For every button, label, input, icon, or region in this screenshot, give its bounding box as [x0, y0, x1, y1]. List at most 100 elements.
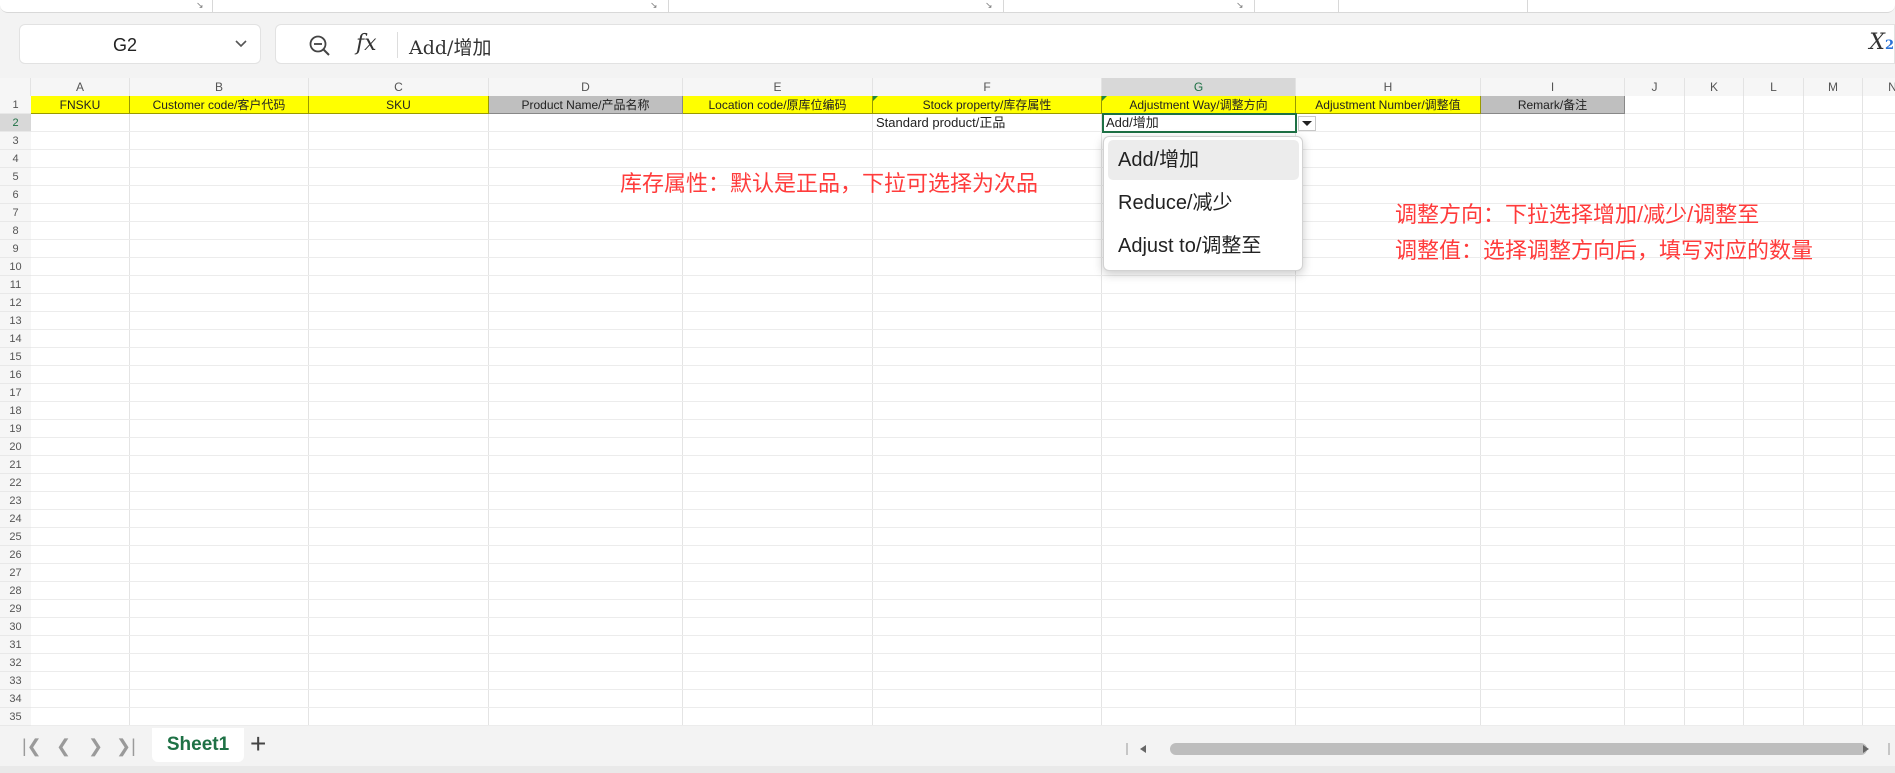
row-header-18[interactable]: 18 — [0, 402, 31, 420]
row-header-9[interactable]: 9 — [0, 240, 31, 258]
row-header-28[interactable]: 28 — [0, 582, 31, 600]
row-header-7[interactable]: 7 — [0, 204, 31, 222]
next-sheet-icon[interactable]: ❯ — [88, 736, 103, 757]
row-header-3[interactable]: 3 — [0, 132, 31, 150]
row-header-1[interactable]: 1 — [0, 96, 31, 114]
column-header-i[interactable]: I — [1481, 78, 1625, 96]
row-header-25[interactable]: 25 — [0, 528, 31, 546]
row-header-32[interactable]: 32 — [0, 654, 31, 672]
header-cell-b[interactable]: Customer code/客户代码 — [130, 96, 309, 114]
row-header-20[interactable]: 20 — [0, 438, 31, 456]
row-header-30[interactable]: 30 — [0, 618, 31, 636]
row-header-22[interactable]: 22 — [0, 474, 31, 492]
header-cell-i[interactable]: Remark/备注 — [1481, 96, 1625, 114]
header-cell-a[interactable]: FNSKU — [31, 96, 130, 114]
active-cell-g2[interactable]: Add/增加 — [1102, 113, 1297, 133]
row-header-21[interactable]: 21 — [0, 456, 31, 474]
row-header-11[interactable]: 11 — [0, 276, 31, 294]
row-header-6[interactable]: 6 — [0, 186, 31, 204]
cell-f2[interactable]: Standard product/正品 — [876, 114, 1005, 132]
header-cell-d[interactable]: Product Name/产品名称 — [489, 96, 683, 114]
gridline-vertical — [1743, 96, 1744, 726]
column-header-m[interactable]: M — [1804, 78, 1863, 96]
header-cell-f[interactable]: Stock property/库存属性 — [873, 96, 1102, 114]
dropdown-option-add[interactable]: Add/增加 — [1108, 140, 1299, 180]
column-header-d[interactable]: D — [489, 78, 683, 96]
row-header-15[interactable]: 15 — [0, 348, 31, 366]
row-header-8[interactable]: 8 — [0, 222, 31, 240]
add-sheet-icon[interactable]: + — [250, 730, 266, 758]
ribbon-edge: ↘ ↘ ↘ ↘ — [0, 0, 1895, 14]
row-header-2[interactable]: 2 — [0, 114, 31, 132]
column-header-c[interactable]: C — [309, 78, 489, 96]
zoom-out-icon[interactable] — [308, 34, 332, 58]
column-header-e[interactable]: E — [683, 78, 873, 96]
column-header-n[interactable]: N — [1863, 78, 1895, 96]
formula-function-icon[interactable]: X2 — [1869, 30, 1894, 55]
row-header-26[interactable]: 26 — [0, 546, 31, 564]
chevron-down-icon[interactable] — [234, 39, 248, 49]
status-bar-edge — [0, 766, 1895, 773]
header-cell-e[interactable]: Location code/原库位编码 — [683, 96, 873, 114]
ribbon-bottom-band — [0, 0, 1895, 13]
row-header-31[interactable]: 31 — [0, 636, 31, 654]
column-header-a[interactable]: A — [31, 78, 130, 96]
dropdown-option-reduce[interactable]: Reduce/减少 — [1108, 183, 1299, 223]
row-header-14[interactable]: 14 — [0, 330, 31, 348]
row-header-23[interactable]: 23 — [0, 492, 31, 510]
horizontal-scrollbar[interactable] — [1120, 740, 1895, 758]
column-header-f[interactable]: F — [873, 78, 1102, 96]
select-all-corner[interactable] — [0, 78, 31, 96]
sheet-tab-sheet1[interactable]: Sheet1 — [152, 728, 244, 762]
column-header-b[interactable]: B — [130, 78, 309, 96]
column-header-h[interactable]: H — [1296, 78, 1481, 96]
gridline-horizontal — [31, 365, 1895, 366]
row-header-5[interactable]: 5 — [0, 168, 31, 186]
gridline-horizontal — [31, 689, 1895, 690]
row-header-4[interactable]: 4 — [0, 150, 31, 168]
column-header-l[interactable]: L — [1744, 78, 1804, 96]
gridline-horizontal — [31, 617, 1895, 618]
formula-divider — [397, 32, 398, 58]
row-header-29[interactable]: 29 — [0, 600, 31, 618]
column-header-g[interactable]: G — [1102, 78, 1296, 96]
prev-sheet-icon[interactable]: ❮ — [56, 736, 71, 757]
dropdown-triangle-icon — [1302, 121, 1312, 126]
active-cell-value: Add/增加 — [1106, 115, 1159, 130]
row-header-24[interactable]: 24 — [0, 510, 31, 528]
row-header-16[interactable]: 16 — [0, 366, 31, 384]
first-sheet-icon[interactable]: |❮ — [22, 736, 42, 757]
dialog-launcher-icon[interactable]: ↘ — [985, 0, 993, 11]
dialog-launcher-icon[interactable]: ↘ — [1236, 0, 1244, 11]
formula-content[interactable]: Add/增加 — [409, 33, 491, 60]
gridline-vertical — [488, 96, 489, 726]
header-cell-c[interactable]: SKU — [309, 96, 489, 114]
dialog-launcher-icon[interactable]: ↘ — [196, 0, 204, 11]
row-header-35[interactable]: 35 — [0, 708, 31, 726]
name-box[interactable]: G2 — [19, 24, 261, 64]
dialog-launcher-icon[interactable]: ↘ — [650, 0, 658, 11]
dropdown-option-adjust-to[interactable]: Adjust to/调整至 — [1108, 226, 1299, 266]
row-header-17[interactable]: 17 — [0, 384, 31, 402]
row-header-33[interactable]: 33 — [0, 672, 31, 690]
row-header-19[interactable]: 19 — [0, 420, 31, 438]
header-cell-h[interactable]: Adjustment Number/调整值 — [1296, 96, 1481, 114]
last-sheet-icon[interactable]: ❯| — [116, 736, 136, 757]
row-header-27[interactable]: 27 — [0, 564, 31, 582]
worksheet-grid[interactable]: A B C D E F G H I J K L M N 1 2 3 4 5 6 7 8 9 10 11 12 13 14 15 16 17 1… — [0, 78, 1895, 726]
dropdown-arrow-button[interactable] — [1298, 116, 1316, 131]
column-header-k[interactable]: K — [1685, 78, 1744, 96]
gridline-horizontal — [31, 455, 1895, 456]
row-header-34[interactable]: 34 — [0, 690, 31, 708]
row-header-12[interactable]: 12 — [0, 294, 31, 312]
adjust-number-note: 调整值：选择调整方向后，填写对应的数量 — [1395, 238, 1814, 263]
insert-function-icon[interactable]: fx — [356, 31, 377, 56]
formula-input-box[interactable]: fx Add/增加 X2 — [275, 24, 1895, 64]
gridline-horizontal — [31, 671, 1895, 672]
row-header-10[interactable]: 10 — [0, 258, 31, 276]
name-box-value[interactable]: G2 — [20, 35, 230, 56]
row-header-13[interactable]: 13 — [0, 312, 31, 330]
column-header-j[interactable]: J — [1625, 78, 1685, 96]
gridline-horizontal — [31, 527, 1895, 528]
header-cell-g[interactable]: Adjustment Way/调整方向 — [1102, 96, 1296, 114]
